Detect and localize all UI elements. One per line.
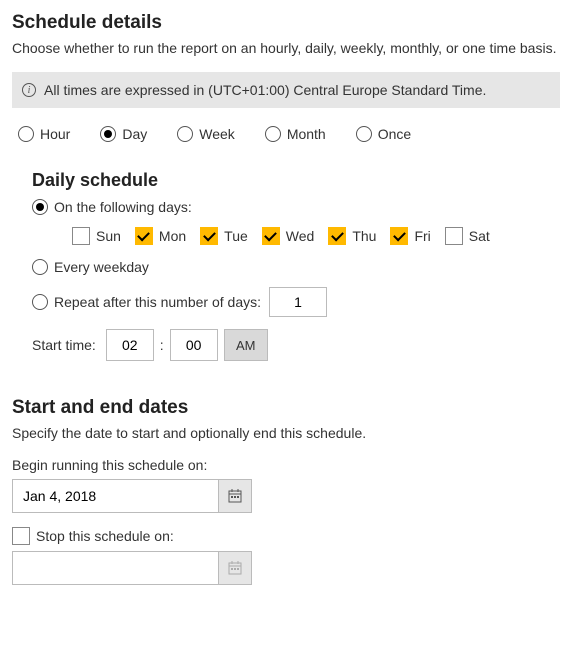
begin-date-calendar-button[interactable] xyxy=(218,479,252,513)
frequency-hour[interactable]: Hour xyxy=(18,126,70,142)
frequency-week[interactable]: Week xyxy=(177,126,235,142)
days-of-week-row: Sun Mon Tue Wed Thu Fri Sat xyxy=(32,227,560,245)
day-wed[interactable]: Wed xyxy=(262,227,315,245)
info-icon: i xyxy=(22,83,36,97)
calendar-icon xyxy=(228,489,242,503)
daily-option-repeat-after[interactable]: Repeat after this number of days: xyxy=(32,294,261,310)
repeat-days-input[interactable] xyxy=(269,287,327,317)
frequency-hour-label: Hour xyxy=(40,126,70,142)
daily-schedule-heading: Daily schedule xyxy=(32,170,560,191)
day-fri[interactable]: Fri xyxy=(390,227,430,245)
day-thu-label: Thu xyxy=(352,228,376,244)
stop-schedule-label: Stop this schedule on: xyxy=(36,528,174,544)
start-end-dates-description: Specify the date to start and optionally… xyxy=(12,425,560,441)
timezone-info-bar: i All times are expressed in (UTC+01:00)… xyxy=(12,72,560,108)
day-sun[interactable]: Sun xyxy=(72,227,121,245)
begin-date-label: Begin running this schedule on: xyxy=(12,457,560,473)
radio-icon xyxy=(32,294,48,310)
start-hour-input[interactable] xyxy=(106,329,154,361)
daily-schedule-section: Daily schedule On the following days: Su… xyxy=(12,170,560,361)
checkbox-icon xyxy=(135,227,153,245)
day-sat[interactable]: Sat xyxy=(445,227,490,245)
daily-option-following-days[interactable]: On the following days: xyxy=(32,199,192,215)
checkbox-icon xyxy=(262,227,280,245)
frequency-once[interactable]: Once xyxy=(356,126,411,142)
stop-schedule-checkbox[interactable]: Stop this schedule on: xyxy=(12,527,174,545)
frequency-once-label: Once xyxy=(378,126,411,142)
day-wed-label: Wed xyxy=(286,228,315,244)
day-thu[interactable]: Thu xyxy=(328,227,376,245)
daily-option-every-weekday-label: Every weekday xyxy=(54,259,149,275)
radio-icon xyxy=(356,126,372,142)
checkbox-icon xyxy=(328,227,346,245)
ampm-toggle[interactable]: AM xyxy=(224,329,268,361)
checkbox-icon xyxy=(445,227,463,245)
start-minute-input[interactable] xyxy=(170,329,218,361)
time-colon: : xyxy=(160,337,164,353)
radio-icon xyxy=(265,126,281,142)
radio-icon xyxy=(177,126,193,142)
day-tue-label: Tue xyxy=(224,228,248,244)
day-fri-label: Fri xyxy=(414,228,430,244)
frequency-day-label: Day xyxy=(122,126,147,142)
start-end-dates-heading: Start and end dates xyxy=(12,397,560,419)
checkbox-icon xyxy=(390,227,408,245)
day-tue[interactable]: Tue xyxy=(200,227,248,245)
calendar-icon xyxy=(228,561,242,575)
day-sat-label: Sat xyxy=(469,228,490,244)
daily-option-every-weekday[interactable]: Every weekday xyxy=(32,259,149,275)
frequency-week-label: Week xyxy=(199,126,235,142)
frequency-radio-group: Hour Day Week Month Once xyxy=(12,126,560,142)
begin-date-input[interactable] xyxy=(12,479,218,513)
daily-option-following-days-label: On the following days: xyxy=(54,199,192,215)
checkbox-icon xyxy=(12,527,30,545)
stop-date-field xyxy=(12,551,252,585)
checkbox-icon xyxy=(72,227,90,245)
timezone-info-text: All times are expressed in (UTC+01:00) C… xyxy=(44,82,486,98)
frequency-month-label: Month xyxy=(287,126,326,142)
begin-date-field xyxy=(12,479,252,513)
day-mon-label: Mon xyxy=(159,228,186,244)
frequency-day[interactable]: Day xyxy=(100,126,147,142)
checkbox-icon xyxy=(200,227,218,245)
frequency-month[interactable]: Month xyxy=(265,126,326,142)
radio-icon xyxy=(32,199,48,215)
day-sun-label: Sun xyxy=(96,228,121,244)
start-time-label: Start time: xyxy=(32,337,96,353)
daily-option-repeat-after-label: Repeat after this number of days: xyxy=(54,294,261,310)
stop-date-calendar-button xyxy=(218,551,252,585)
radio-icon xyxy=(18,126,34,142)
radio-icon xyxy=(32,259,48,275)
radio-icon xyxy=(100,126,116,142)
start-time-row: Start time: : AM xyxy=(32,329,560,361)
day-mon[interactable]: Mon xyxy=(135,227,186,245)
stop-date-input xyxy=(12,551,218,585)
schedule-details-description: Choose whether to run the report on an h… xyxy=(12,40,560,56)
schedule-details-heading: Schedule details xyxy=(12,12,560,34)
